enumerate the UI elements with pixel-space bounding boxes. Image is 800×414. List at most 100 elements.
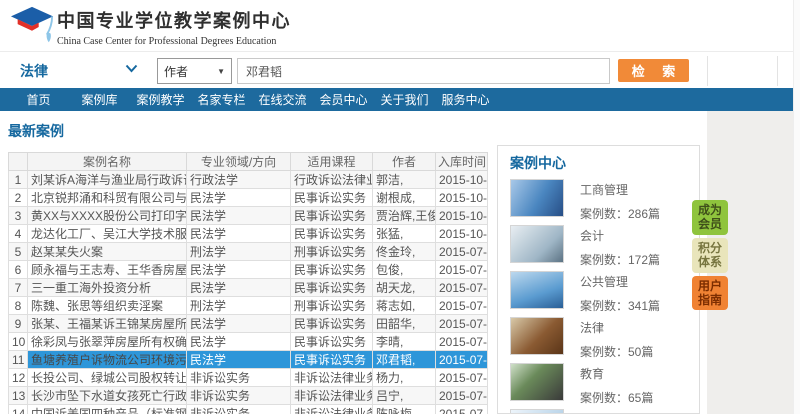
list-item[interactable]: 公共管理 案例数：341篇 [510, 271, 699, 309]
floating-button[interactable]: 用户指南 [692, 276, 728, 311]
scrollbar[interactable] [793, 0, 800, 414]
case-course: 民事诉讼实务 [291, 351, 373, 369]
case-center-panel: 案例中心 工商管理 案例数：286篇 会计 案例数：172篇 公共管理 案例数：… [497, 145, 700, 414]
case-field: 民法学 [187, 225, 291, 243]
table-row[interactable]: 5 赵某某失火案 刑法学 刑事诉讼实务 佟金玲, 2015-07-16 [9, 243, 488, 261]
list-item[interactable]: 工商管理 案例数：286篇 [510, 179, 699, 217]
case-number: 14 [9, 405, 28, 414]
floating-buttons: 成为会员积分体系用户指南 [692, 200, 728, 310]
nav-item[interactable]: 案例教学 [130, 91, 191, 108]
case-date: 2015-07-14 [436, 261, 488, 279]
nav-item[interactable]: 首页 [8, 91, 69, 108]
table-row[interactable]: 4 龙达化工厂、吴江大学技术服务合同纠 民法学 民事诉讼实务 张猛, 2015-… [9, 225, 488, 243]
case-name-link[interactable]: 张某、王福某诉王锦某房屋所有权确认 [28, 315, 187, 333]
nav-item[interactable]: 名家专栏 [191, 91, 252, 108]
search-input[interactable] [237, 58, 610, 84]
category-case-count: 案例数：172篇 [580, 251, 660, 268]
case-date: 2015-07-10 [436, 297, 488, 315]
case-author: 包俊, [373, 261, 436, 279]
case-number: 6 [9, 261, 28, 279]
law-thumbnail [510, 317, 564, 355]
case-course: 民事诉讼实务 [291, 207, 373, 225]
case-number: 2 [9, 189, 28, 207]
nav-item[interactable]: 关于我们 [374, 91, 435, 108]
case-field: 非诉讼实务 [187, 369, 291, 387]
public-admin-thumbnail [510, 271, 564, 309]
table-row[interactable]: 9 张某、王福某诉王锦某房屋所有权确认 民法学 民事诉讼实务 田韶华, 2015… [9, 315, 488, 333]
category-dropdown[interactable]: 法律 [20, 61, 48, 81]
case-field: 刑法学 [187, 243, 291, 261]
case-name-link[interactable]: 赵某某失火案 [28, 243, 187, 261]
category-name[interactable]: 会计 [580, 227, 660, 244]
case-name-link[interactable]: 顾永福与王志寿、王华香房屋买卖合同 [28, 261, 187, 279]
case-date: 2015-07-10 [436, 387, 488, 405]
case-course: 非诉讼法律业务 [291, 387, 373, 405]
case-name-link[interactable]: 黄XX与XXXX股份公司打印字迹时间... [28, 207, 187, 225]
case-date: 2015-10-26 [436, 171, 488, 189]
floating-button[interactable]: 成为会员 [692, 200, 728, 235]
category-name[interactable]: 教育 [580, 365, 653, 382]
nav-item[interactable]: 服务中心 [435, 91, 496, 108]
list-item[interactable]: 法律 案例数：50篇 [510, 317, 699, 355]
case-field: 民法学 [187, 189, 291, 207]
column-header [9, 153, 28, 171]
case-author: 张猛, [373, 225, 436, 243]
case-name-link[interactable]: 龙达化工厂、吴江大学技术服务合同纠 [28, 225, 187, 243]
accounting-thumbnail [510, 225, 564, 263]
page: 中国专业学位教学案例中心 China Case Center for Profe… [0, 0, 800, 414]
search-field-value: 作者 [164, 63, 188, 80]
case-name-link[interactable]: 陈魏、张思等组织卖淫案 [28, 297, 187, 315]
nav-item[interactable]: 案例库 [69, 91, 130, 108]
case-author: 蒋志如, [373, 297, 436, 315]
case-number: 10 [9, 333, 28, 351]
table-row[interactable]: 12 长投公司、绿城公司股权转让仲裁案（ 非诉讼实务 非诉讼法律业务 杨力, 2… [9, 369, 488, 387]
category-name[interactable]: 工商管理 [580, 181, 660, 198]
case-date: 2015-07-16 [436, 243, 488, 261]
category-name[interactable]: 公共管理 [580, 273, 660, 290]
floating-button[interactable]: 积分体系 [692, 238, 728, 273]
case-field: 非诉讼实务 [187, 405, 291, 414]
case-number: 12 [9, 369, 28, 387]
case-table-header-row: 案例名称专业领域/方向适用课程作者入库时间 [9, 153, 488, 171]
table-row[interactable]: 10 徐彩凤与张翠萍房屋所有权确认纠纷案 民法学 民事诉讼实务 李晴, 2015… [9, 333, 488, 351]
case-name-link[interactable]: 长沙市坠下水道女孩死亡行政救助案例 [28, 387, 187, 405]
table-row[interactable]: 3 黄XX与XXXX股份公司打印字迹时间... 民法学 民事诉讼实务 贾治辉,王… [9, 207, 488, 225]
latest-cases-table: 案例名称专业领域/方向适用课程作者入库时间 1 刘某诉A海洋与渔业局行政诉讼案 … [8, 152, 488, 414]
case-name-link[interactable]: 长投公司、绿城公司股权转让仲裁案（ [28, 369, 187, 387]
search-button[interactable]: 检 索 [618, 59, 689, 82]
business-thumbnail [510, 179, 564, 217]
table-row[interactable]: 14 中国诉美国四种产品（标准钢管、矩形 非诉讼实务 非诉讼法律业务 陈咏梅, … [9, 405, 488, 414]
case-name-link[interactable]: 鱼塘养殖户诉物流公司环境污染损害案 [28, 351, 187, 369]
chevron-down-icon[interactable] [125, 64, 138, 73]
case-name-link[interactable]: 北京锐邦涌和科贸有限公司与强生（上 [28, 189, 187, 207]
case-name-link[interactable]: 三一重工海外投资分析 [28, 279, 187, 297]
case-author: 田韶华, [373, 315, 436, 333]
table-row[interactable]: 8 陈魏、张思等组织卖淫案 刑法学 刑事诉讼实务 蒋志如, 2015-07-10 [9, 297, 488, 315]
case-number: 3 [9, 207, 28, 225]
case-name-link[interactable]: 刘某诉A海洋与渔业局行政诉讼案 [28, 171, 187, 189]
site-subtitle: China Case Center for Professional Degre… [57, 36, 291, 47]
table-row[interactable]: 13 长沙市坠下水道女孩死亡行政救助案例 非诉讼实务 非诉讼法律业务 吕宁, 2… [9, 387, 488, 405]
case-name-link[interactable]: 徐彩凤与张翠萍房屋所有权确认纠纷案 [28, 333, 187, 351]
nav-item[interactable]: 在线交流 [252, 91, 313, 108]
nav-item[interactable]: 会员中心 [313, 91, 374, 108]
site-header: 中国专业学位教学案例中心 China Case Center for Profe… [0, 0, 800, 52]
list-item[interactable]: 教育 案例数：65篇 [510, 363, 699, 401]
case-number: 8 [9, 297, 28, 315]
list-item[interactable]: 临床医学 [510, 409, 699, 414]
table-row[interactable]: 1 刘某诉A海洋与渔业局行政诉讼案 行政法学 行政诉讼法律业务 郭洁, 2015… [9, 171, 488, 189]
case-date: 2015-07-10 [436, 351, 488, 369]
category-name[interactable]: 法律 [580, 319, 653, 336]
table-row[interactable]: 11 鱼塘养殖户诉物流公司环境污染损害案 民法学 民事诉讼实务 邓君韬, 201… [9, 351, 488, 369]
case-center-title: 案例中心 [510, 153, 699, 173]
column-header: 入库时间 [436, 153, 488, 171]
table-row[interactable]: 2 北京锐邦涌和科贸有限公司与强生（上 民法学 民事诉讼实务 谢根成, 2015… [9, 189, 488, 207]
search-field-select[interactable]: 作者 ▼ [157, 58, 232, 84]
case-name-link[interactable]: 中国诉美国四种产品（标准钢管、矩形 [28, 405, 187, 414]
list-item[interactable]: 会计 案例数：172篇 [510, 225, 699, 263]
site-title-block: 中国专业学位教学案例中心 China Case Center for Profe… [57, 7, 291, 47]
table-row[interactable]: 7 三一重工海外投资分析 民法学 民事诉讼实务 胡天龙, 2015-07-12 [9, 279, 488, 297]
case-field: 民法学 [187, 279, 291, 297]
category-case-count: 案例数：50篇 [580, 343, 653, 360]
table-row[interactable]: 6 顾永福与王志寿、王华香房屋买卖合同 民法学 民事诉讼实务 包俊, 2015-… [9, 261, 488, 279]
